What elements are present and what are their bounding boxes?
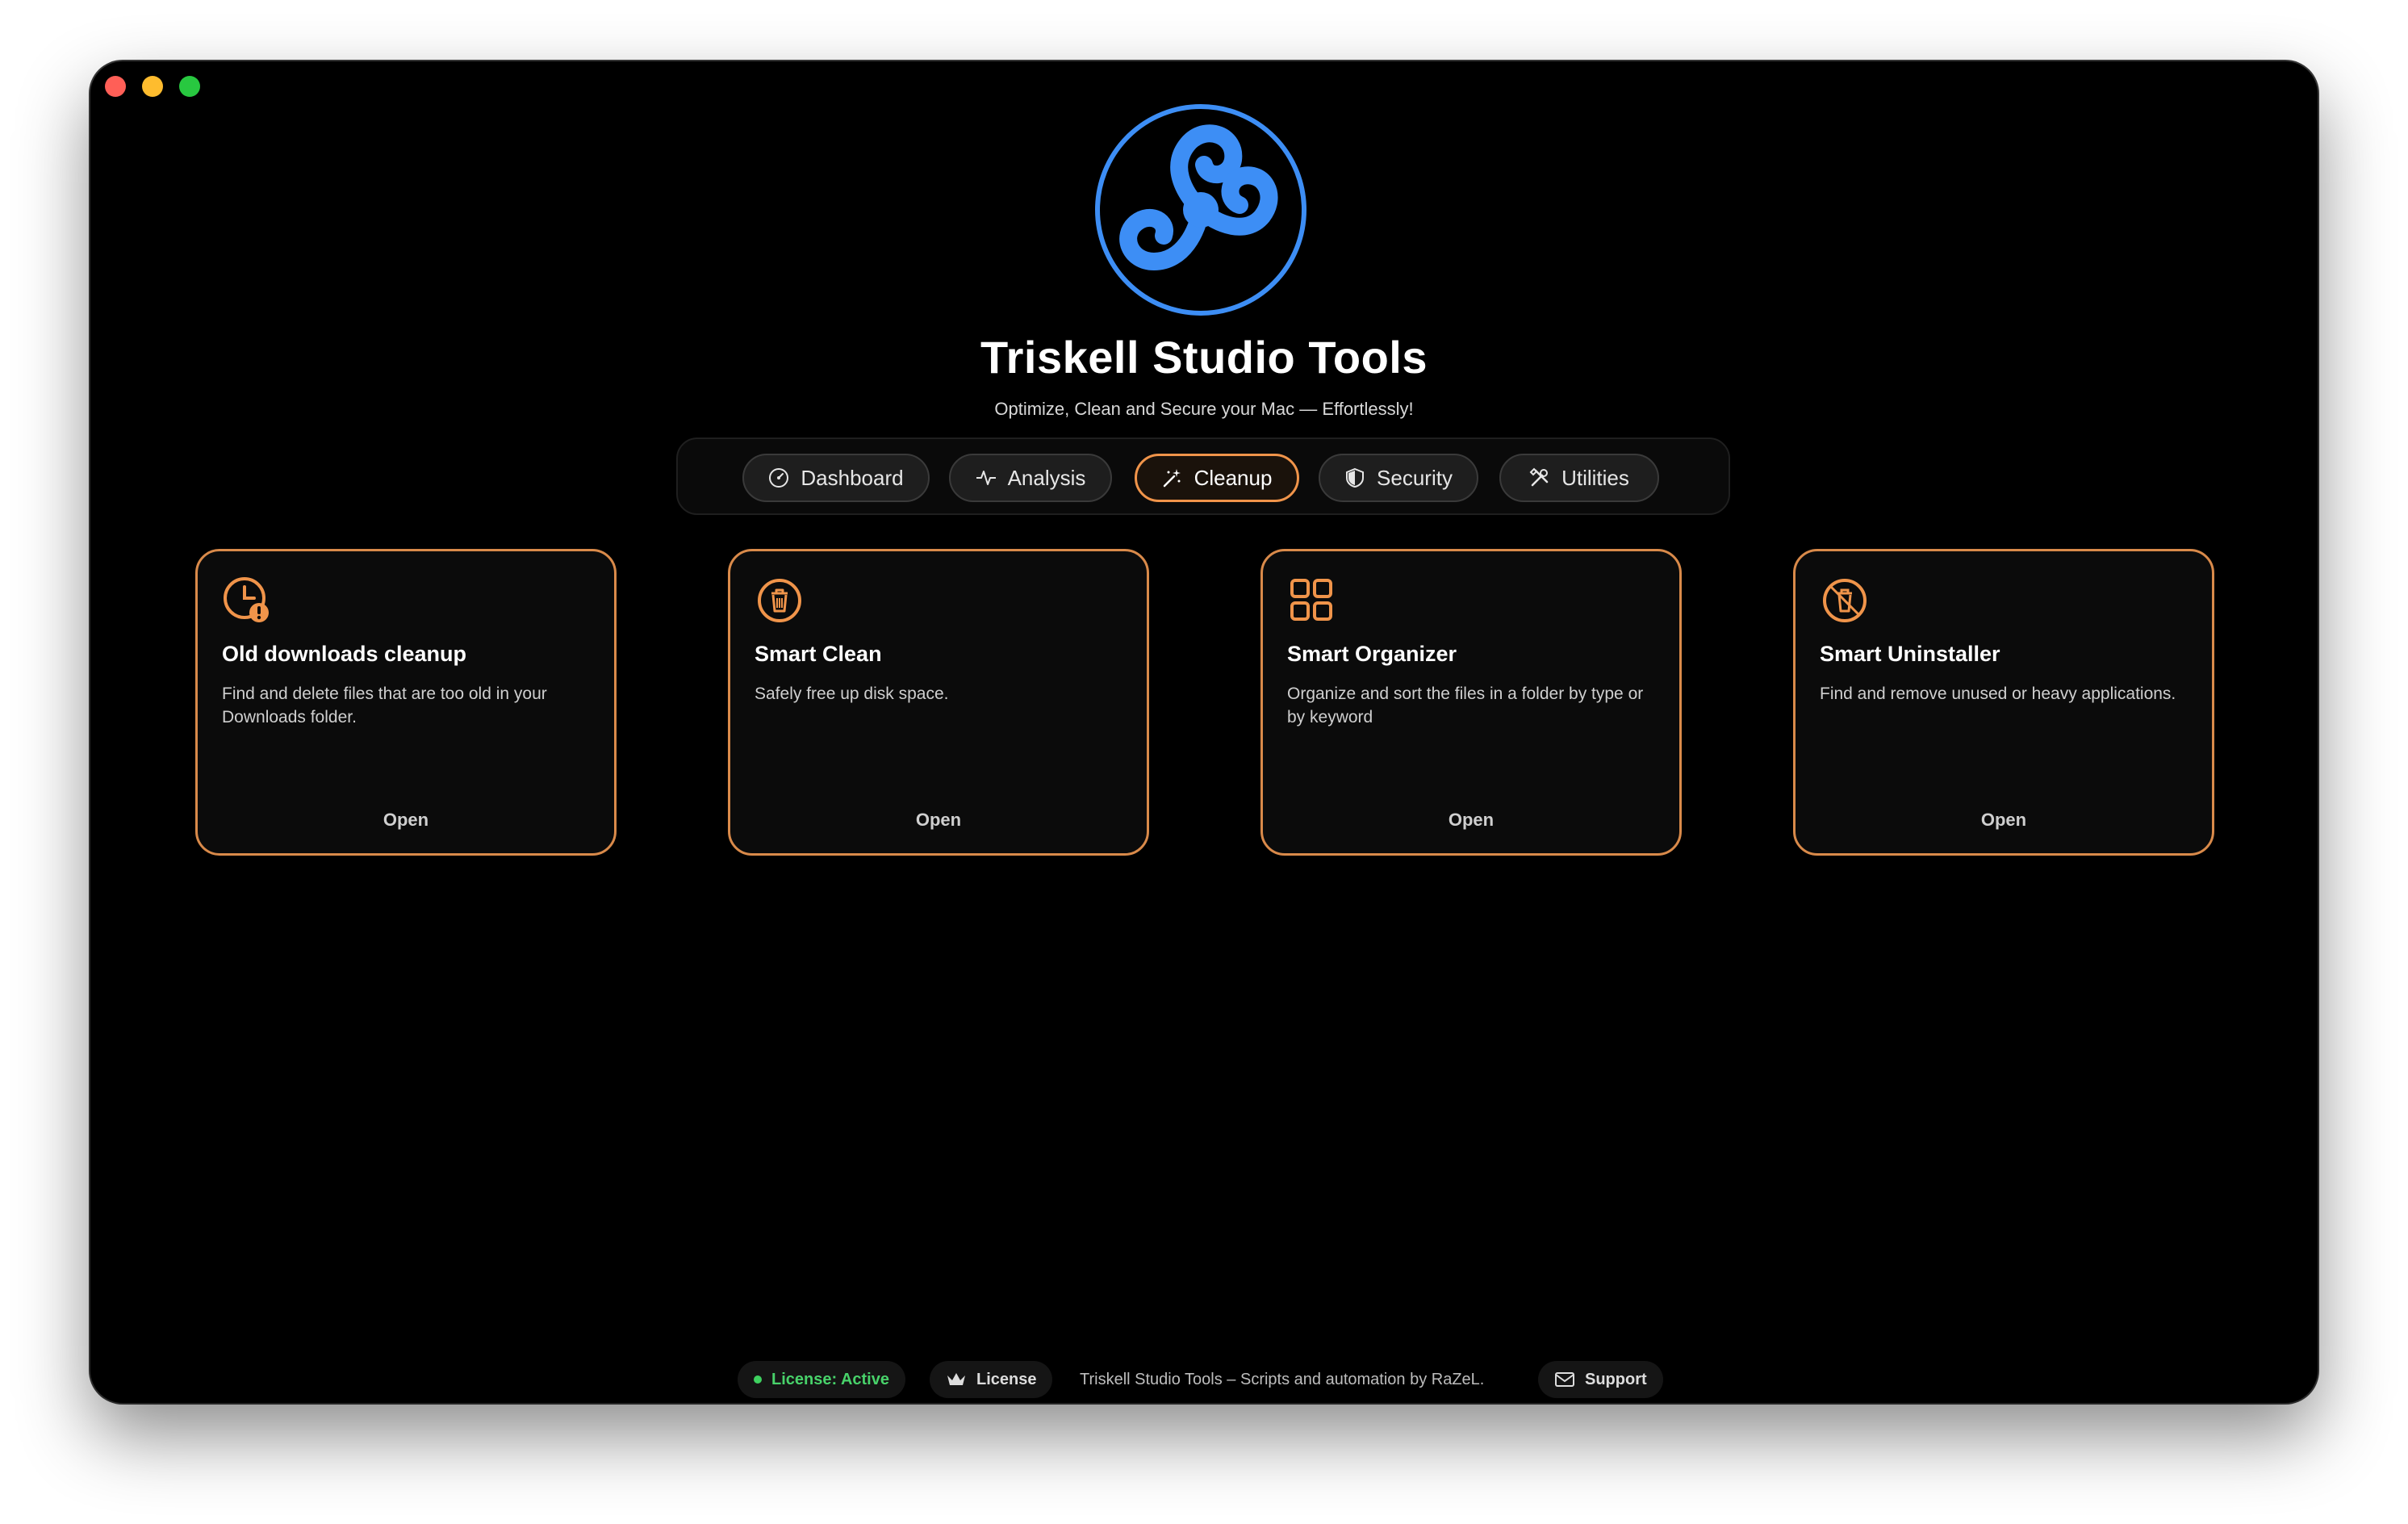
tab-analysis[interactable]: Analysis xyxy=(949,454,1112,502)
footer: License: Active License Triskell Studio … xyxy=(90,1361,2318,1400)
magic-wand-icon xyxy=(1163,469,1181,488)
app-remove-icon xyxy=(1823,579,1867,622)
card-old-downloads-cleanup[interactable]: Old downloads cleanup Find and delete fi… xyxy=(195,549,617,856)
tab-label: Utilities xyxy=(1561,465,1629,490)
app-window: Triskell Studio Tools Optimize, Clean an… xyxy=(90,61,2318,1403)
tab-label: Cleanup xyxy=(1194,465,1273,490)
trash-icon xyxy=(758,579,801,622)
zoom-window-button[interactable] xyxy=(179,76,200,97)
card-smart-organizer[interactable]: Smart Organizer Organize and sort the fi… xyxy=(1260,549,1682,856)
card-description: Safely free up disk space. xyxy=(755,685,949,703)
open-button[interactable]: Open xyxy=(1796,810,2212,831)
support-button-label: Support xyxy=(1585,1370,1647,1388)
clock-alert-icon xyxy=(224,577,269,622)
window-controls xyxy=(105,76,200,97)
status-dot xyxy=(754,1375,762,1384)
card-title: Smart Organizer xyxy=(1287,642,1457,666)
tab-utilities[interactable]: Utilities xyxy=(1499,454,1659,502)
support-button[interactable]: Support xyxy=(1538,1361,1663,1398)
card-description: Find and delete files that are too old i… xyxy=(222,685,547,726)
card-smart-clean[interactable]: Smart Clean Safely free up disk space. O… xyxy=(728,549,1149,856)
open-button[interactable]: Open xyxy=(730,810,1147,831)
app-subtitle: Optimize, Clean and Secure your Mac — Ef… xyxy=(994,399,1414,419)
open-button[interactable]: Open xyxy=(198,810,614,831)
license-button-label: License xyxy=(976,1370,1037,1388)
shield-icon xyxy=(1346,467,1365,488)
tab-label: Analysis xyxy=(1007,465,1086,490)
license-status-label: License: Active xyxy=(771,1370,889,1388)
gauge-icon xyxy=(769,468,789,488)
tab-dashboard[interactable]: Dashboard xyxy=(742,454,930,502)
tab-bar: Dashboard Analysis Cleanup Security Util… xyxy=(676,438,1730,515)
grid-icon xyxy=(1290,579,1332,621)
envelope-icon xyxy=(1555,1372,1574,1387)
card-description: Find and remove unused or heavy applicat… xyxy=(1820,685,2176,703)
minimize-window-button[interactable] xyxy=(142,76,163,97)
tab-label: Security xyxy=(1377,465,1453,490)
close-window-button[interactable] xyxy=(105,76,126,97)
credit-text: Triskell Studio Tools – Scripts and auto… xyxy=(1080,1371,1485,1388)
tab-cleanup[interactable]: Cleanup xyxy=(1135,454,1299,502)
tab-security[interactable]: Security xyxy=(1319,454,1478,502)
tools-icon xyxy=(1529,467,1549,487)
crown-icon xyxy=(947,1373,965,1385)
tab-label: Dashboard xyxy=(801,465,904,490)
open-button[interactable]: Open xyxy=(1263,810,1679,831)
card-description: Organize and sort the files in a folder … xyxy=(1287,685,1644,726)
license-status-badge: License: Active xyxy=(738,1361,905,1398)
card-smart-uninstaller[interactable]: Smart Uninstaller Find and remove unused… xyxy=(1793,549,2214,856)
license-button[interactable]: License xyxy=(930,1361,1053,1398)
card-title: Smart Uninstaller xyxy=(1820,642,2000,666)
triskelion-icon xyxy=(1095,104,1306,316)
waveform-icon xyxy=(976,471,996,485)
app-title: Triskell Studio Tools xyxy=(980,332,1428,383)
card-title: Old downloads cleanup xyxy=(222,642,467,666)
card-title: Smart Clean xyxy=(755,642,882,666)
